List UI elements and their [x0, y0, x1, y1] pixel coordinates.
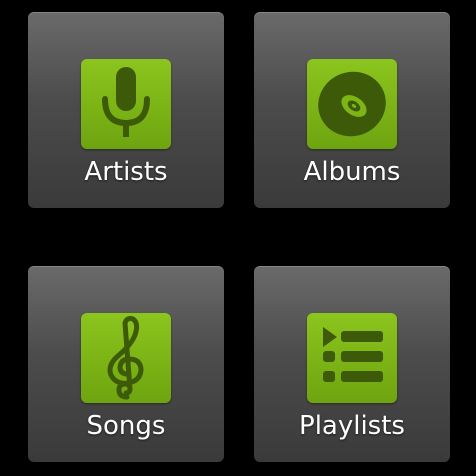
playlist-icon — [307, 313, 397, 403]
albums-tile[interactable]: Albums — [254, 12, 450, 208]
music-library-screen: Artists Albums Songs Playlists — [0, 0, 476, 476]
artists-tile[interactable]: Artists — [28, 12, 224, 208]
treble-clef-icon — [81, 313, 171, 403]
playlists-label: Playlists — [299, 411, 405, 441]
playlists-tile[interactable]: Playlists — [254, 266, 450, 462]
artists-label: Artists — [84, 157, 168, 187]
albums-label: Albums — [303, 157, 401, 187]
disc-icon — [307, 59, 397, 149]
songs-tile[interactable]: Songs — [28, 266, 224, 462]
microphone-icon — [81, 59, 171, 149]
songs-label: Songs — [86, 411, 166, 441]
